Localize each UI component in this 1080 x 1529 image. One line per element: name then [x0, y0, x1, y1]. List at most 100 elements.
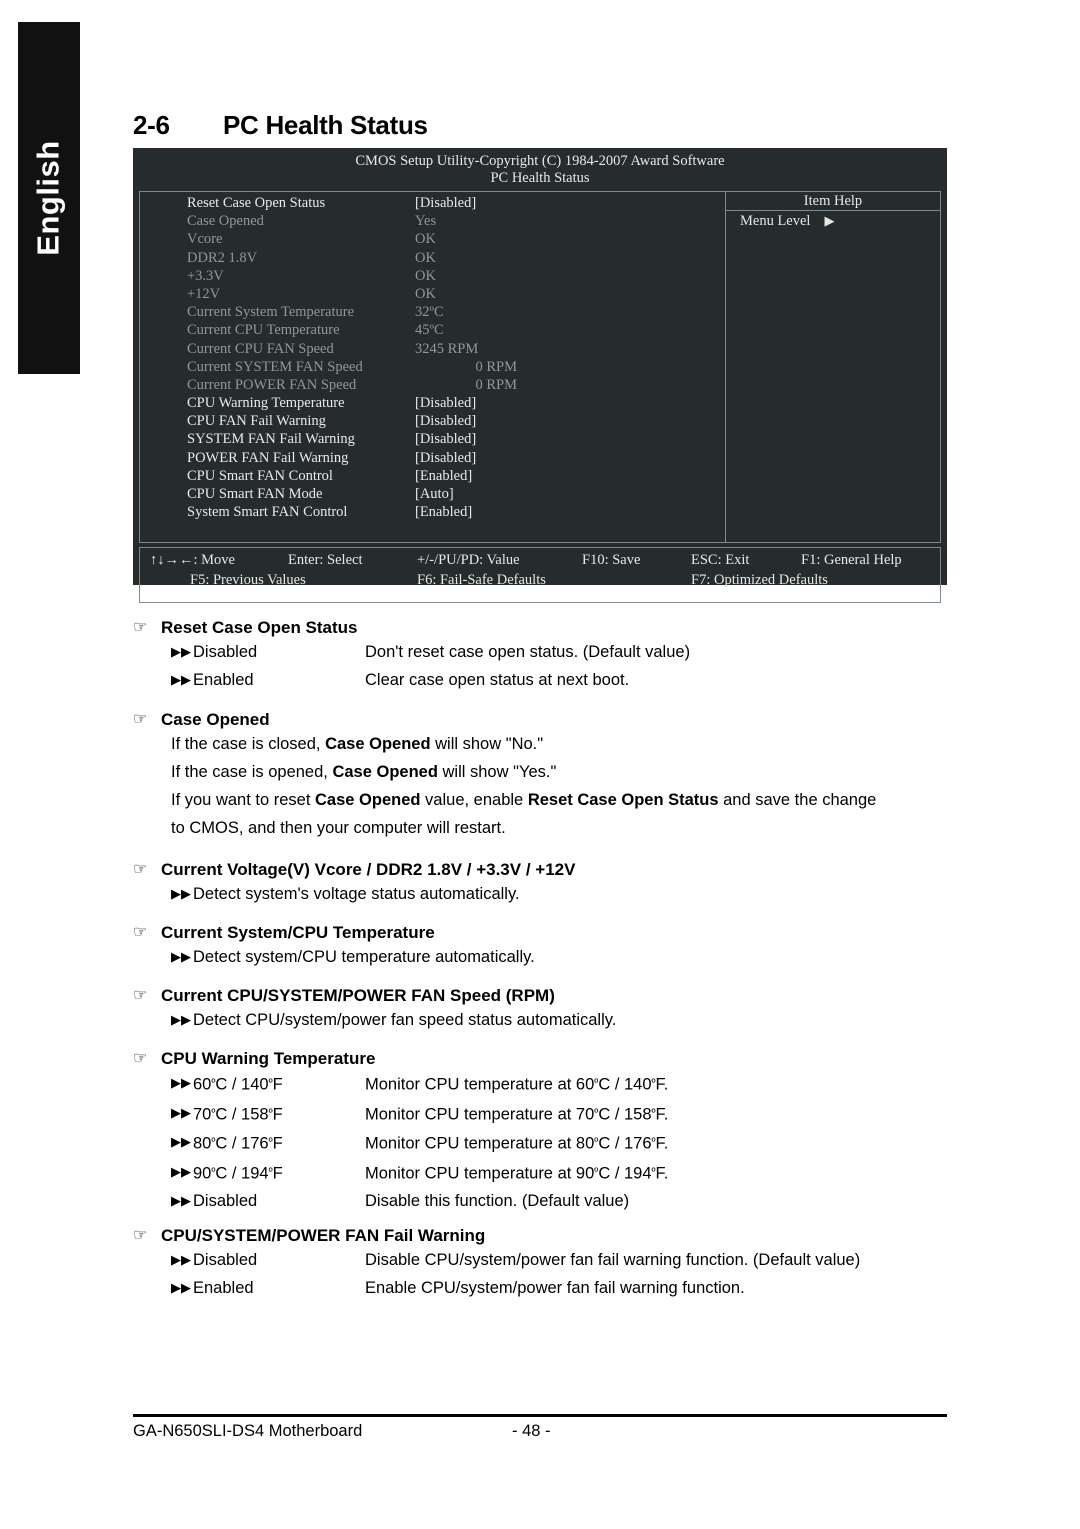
bios-setting-row[interactable]: Current CPU FAN Speed 3245 RPM [140, 340, 725, 358]
heading-text: CPU/SYSTEM/POWER FAN Fail Warning [161, 1226, 486, 1245]
section-heading: ☞ Reset Case Open Status [133, 618, 963, 638]
section-cpu-warning-temperature: ☞ CPU Warning Temperature ▶▶ 60ºC / 140ºF… [133, 1049, 963, 1215]
bios-setting-value[interactable]: 0 RPM [415, 376, 595, 394]
language-tab: English [18, 22, 80, 374]
option-description: Monitor CPU temperature at 70ºC / 158ºF. [365, 1105, 669, 1124]
menu-level-arrow-icon: ▶ [824, 213, 835, 228]
bios-setting-row[interactable]: Reset Case Open Status [Disabled] [140, 194, 725, 212]
key-f7: F7: Optimized Defaults [691, 572, 828, 588]
option-description: Monitor CPU temperature at 90ºC / 194ºF. [365, 1164, 669, 1183]
text-emphasis: Case Opened [315, 791, 421, 809]
bios-setting-value[interactable]: Yes [415, 212, 595, 230]
option-label: Disabled [193, 1251, 258, 1269]
bios-setting-value[interactable]: OK [415, 249, 595, 267]
bios-setting-label: Current CPU Temperature [187, 322, 340, 339]
bios-setting-row[interactable]: +12V OK [140, 285, 725, 303]
section-body: ▶▶ Detect CPU/system/power fan speed sta… [133, 1006, 963, 1034]
double-arrow-icon: ▶▶ [171, 1280, 191, 1295]
section-heading: ☞ Current Voltage(V) Vcore / DDR2 1.8V /… [133, 860, 963, 880]
double-arrow-icon: ▶▶ [171, 1134, 191, 1150]
bios-setting-value[interactable]: [Enabled] [415, 503, 595, 521]
bios-setting-row[interactable]: Current POWER FAN Speed 0 RPM [140, 376, 725, 394]
option-description: Monitor CPU temperature at 60ºC / 140ºF. [365, 1075, 669, 1094]
bios-key-legend: ↑↓→←: Move Enter: Select +/-/PU/PD: Valu… [139, 547, 941, 603]
bios-setting-value[interactable]: [Disabled] [415, 449, 595, 467]
section-reset-case-open-status: ☞ Reset Case Open Status ▶▶ Disabled Don… [133, 618, 963, 694]
bios-setting-value[interactable]: 45ºC [415, 321, 595, 339]
bios-setting-row[interactable]: CPU Smart FAN Mode [Auto] [140, 485, 725, 503]
section-fan-fail-warning: ☞ CPU/SYSTEM/POWER FAN Fail Warning ▶▶ D… [133, 1226, 963, 1302]
section-body: ▶▶ Detect system's voltage status automa… [133, 880, 963, 908]
bios-setting-row[interactable]: CPU Warning Temperature [Disabled] [140, 394, 725, 412]
hand-pointer-icon: ☞ [133, 1050, 148, 1067]
bios-setting-label: +3.3V [187, 267, 224, 284]
section-current-voltage: ☞ Current Voltage(V) Vcore / DDR2 1.8V /… [133, 860, 963, 908]
heading-text: Current System/CPU Temperature [161, 923, 435, 942]
bios-setting-label: CPU Warning Temperature [187, 395, 345, 412]
double-arrow-icon: ▶▶ [171, 672, 191, 687]
bios-setting-label: POWER FAN Fail Warning [187, 449, 349, 466]
bios-setting-label: Reset Case Open Status [187, 195, 326, 211]
option-label: Disabled [193, 1192, 258, 1211]
menu-level-label: Menu Level [740, 213, 811, 229]
section-case-opened: ☞ Case Opened If the case is closed, Cas… [133, 710, 963, 842]
option-description: Detect system/CPU temperature automatica… [193, 948, 535, 966]
bios-setting-row[interactable]: Vcore OK [140, 230, 725, 248]
paragraph-line: If you want to reset Case Opened value, … [171, 786, 963, 814]
bios-setting-value[interactable]: [Disabled] [415, 194, 595, 212]
bios-setting-row[interactable]: Current System Temperature 32ºC [140, 303, 725, 321]
bios-setting-value[interactable]: [Disabled] [415, 430, 595, 448]
bios-setting-value[interactable]: [Enabled] [415, 467, 595, 485]
section-heading: ☞ Current System/CPU Temperature [133, 923, 963, 943]
bios-setting-row[interactable]: Current CPU Temperature 45ºC [140, 321, 725, 339]
hand-pointer-icon: ☞ [133, 987, 148, 1004]
option-description: Disable this function. (Default value) [365, 1192, 630, 1211]
bios-setting-value[interactable]: [Disabled] [415, 412, 595, 430]
hand-pointer-icon: ☞ [133, 711, 148, 728]
double-arrow-icon: ▶▶ [171, 886, 191, 901]
key-value: +/-/PU/PD: Value [417, 552, 520, 568]
bios-setting-value[interactable]: 3245 RPM [415, 340, 595, 358]
footer-product-name: GA-N650SLI-DS4 Motherboard [133, 1422, 363, 1440]
bios-setting-value[interactable]: OK [415, 285, 595, 303]
bios-setting-value[interactable]: OK [415, 230, 595, 248]
option-label: Enabled [193, 1279, 254, 1297]
option-row: ▶▶ Enabled Clear case open status at nex… [133, 666, 963, 694]
bios-setting-row[interactable]: +3.3V OK [140, 267, 725, 285]
text-fragment: If the case is opened, [171, 763, 333, 781]
text-fragment: will show "No." [430, 735, 544, 753]
bios-setting-label: Case Opened [187, 213, 264, 230]
language-tab-label: English [31, 140, 67, 256]
bios-setting-row[interactable]: DDR2 1.8V OK [140, 249, 725, 267]
double-arrow-icon: ▶▶ [171, 1252, 191, 1267]
double-arrow-icon: ▶▶ [171, 1193, 191, 1209]
bios-setting-row[interactable]: SYSTEM FAN Fail Warning [Disabled] [140, 430, 725, 448]
bios-setting-value[interactable]: 0 RPM [415, 358, 595, 376]
double-arrow-icon: ▶▶ [171, 1104, 191, 1120]
bios-setting-value[interactable]: OK [415, 267, 595, 285]
text-fragment: If the case is closed, [171, 735, 326, 753]
double-arrow-icon: ▶▶ [171, 1075, 191, 1090]
option-row: ▶▶ Disabled Don't reset case open status… [133, 638, 963, 666]
bios-settings-list: Reset Case Open Status [Disabled] Case Ope… [140, 192, 726, 542]
bios-setting-row[interactable]: CPU FAN Fail Warning [Disabled] [140, 412, 725, 430]
heading-text: Current Voltage(V) Vcore / DDR2 1.8V / +… [161, 860, 576, 879]
bios-setting-row[interactable]: POWER FAN Fail Warning [Disabled] [140, 449, 725, 467]
bios-setting-row[interactable]: System Smart FAN Control [Enabled] [140, 503, 725, 521]
option-row: ▶▶ Detect system/CPU temperature automat… [133, 943, 963, 971]
hand-pointer-icon: ☞ [133, 1227, 148, 1244]
bios-setting-value[interactable]: [Disabled] [415, 394, 595, 412]
bios-setting-row[interactable]: CPU Smart FAN Control [Enabled] [140, 467, 725, 485]
bios-item-help-panel: Item Help Menu Level ▶ [726, 192, 940, 542]
page-title: 2-6 PC Health Status [133, 110, 428, 141]
bios-setting-row[interactable]: Case Opened Yes [140, 212, 725, 230]
option-label: 80ºC / 176ºF [193, 1134, 283, 1153]
bios-setting-label: Current CPU FAN Speed [187, 340, 334, 357]
heading-text: CPU Warning Temperature [161, 1049, 376, 1068]
hand-pointer-icon: ☞ [133, 924, 148, 941]
bios-setting-value[interactable]: [Auto] [415, 485, 595, 503]
bios-setting-label: Current System Temperature [187, 304, 355, 321]
bios-setting-value[interactable]: 32ºC [415, 303, 595, 321]
bios-setting-label: Current SYSTEM FAN Speed [187, 358, 363, 375]
bios-setting-row[interactable]: Current SYSTEM FAN Speed 0 RPM [140, 358, 725, 376]
